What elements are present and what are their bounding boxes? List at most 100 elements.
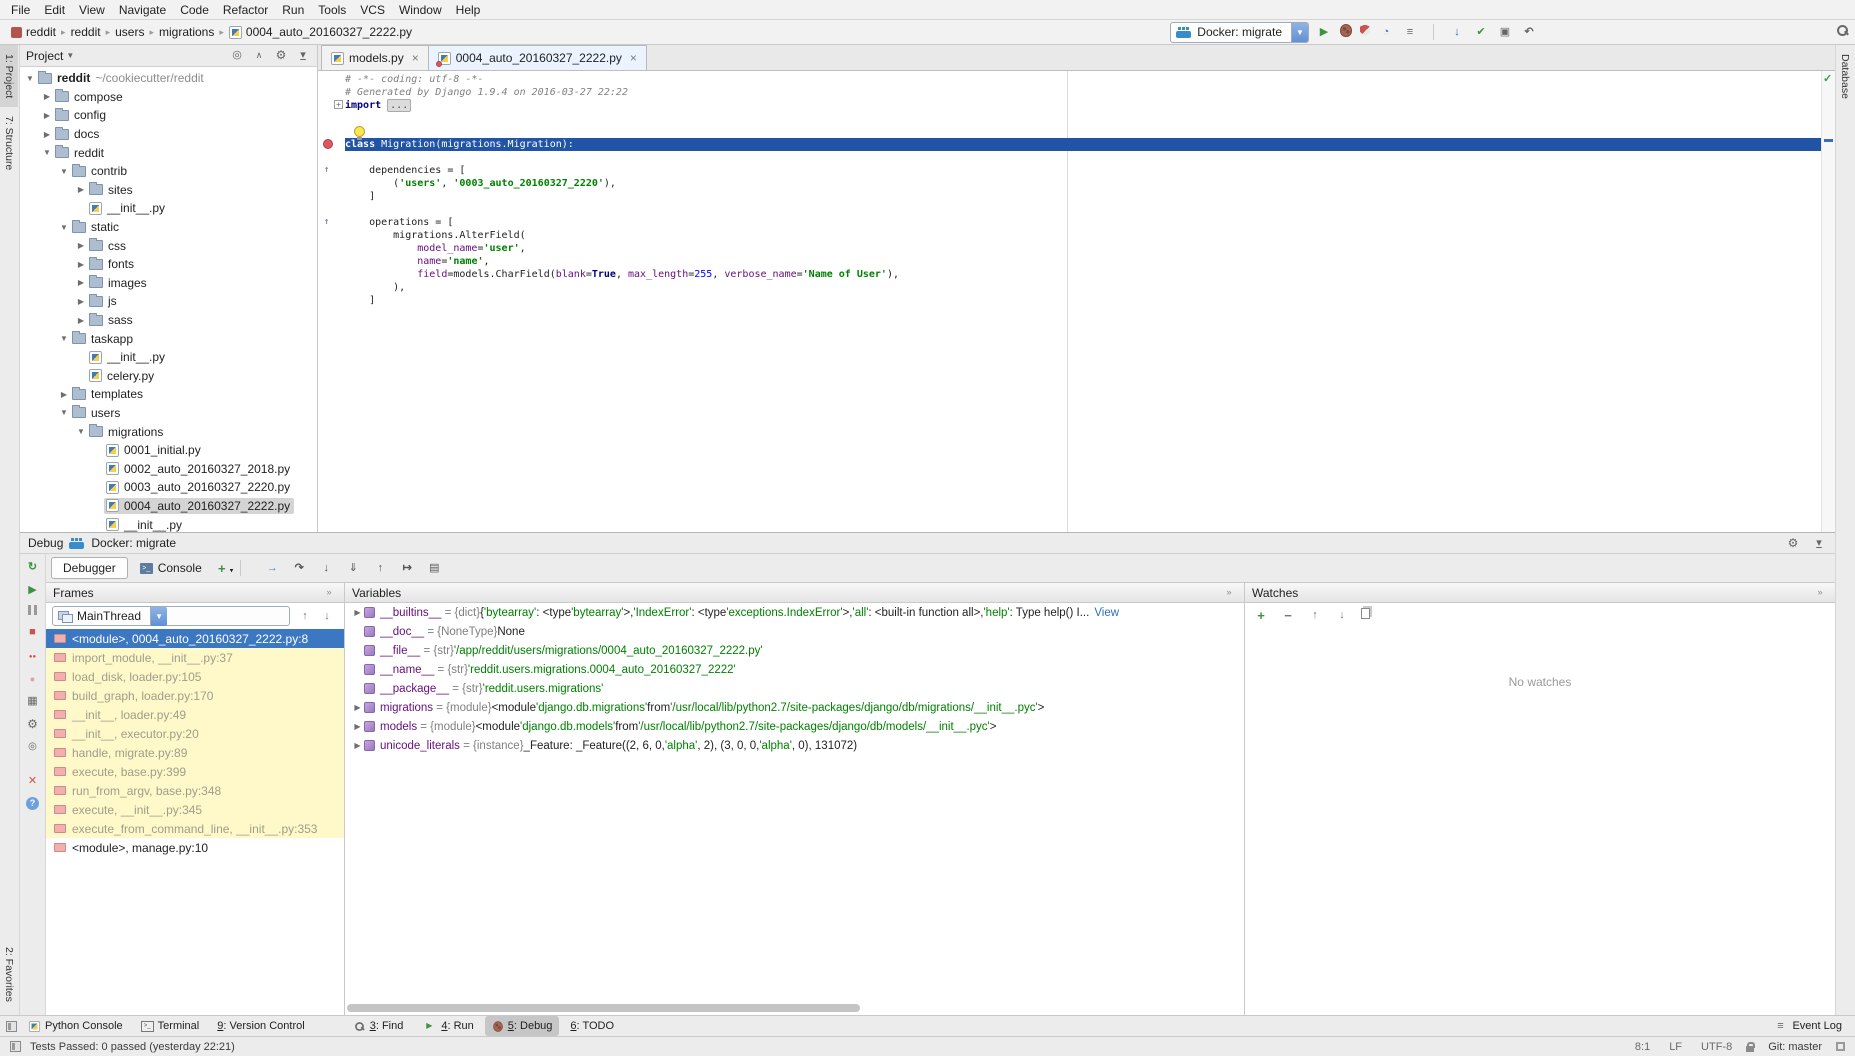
toolwindow-button-9-version-control[interactable]: 9: Version Control [210, 1018, 311, 1035]
toolwindow-button-terminal[interactable]: >_Terminal [134, 1018, 207, 1035]
chevron-collapsed-icon[interactable]: ▶ [351, 722, 364, 731]
toolwindow-button-event-log[interactable]: ≡Event Log [1765, 1016, 1849, 1036]
tree-item-reddit[interactable]: ▼reddit [20, 143, 317, 162]
toolwindow-switcher-icon[interactable] [6, 1021, 17, 1032]
caret-position[interactable]: 8:1 [1630, 1041, 1655, 1053]
toolwindow-button-database[interactable]: Database [1836, 45, 1854, 108]
view-value-link[interactable]: View [1094, 607, 1119, 619]
rerun-button[interactable]: ↻ [25, 559, 41, 576]
breadcrumb-item-0004-auto-20160327-2222-py[interactable]: 0004_auto_20160327_2222.py [226, 24, 415, 40]
tree-item-sass[interactable]: ▶sass [20, 311, 317, 330]
frame-row[interactable]: __init__, loader.py:49 [46, 705, 344, 724]
override-marker-icon[interactable]: ↑ [324, 164, 329, 177]
toolwindow-button-4-run[interactable]: ▶4: Run [414, 1016, 480, 1036]
chevron-expanded-icon[interactable]: ▼ [58, 408, 70, 417]
edit-configurations-button[interactable]: ≡ [1402, 24, 1418, 41]
collapse-all-button[interactable]: ∧ [251, 47, 267, 64]
chevron-collapsed-icon[interactable]: ▶ [75, 185, 87, 194]
tree-item-images[interactable]: ▶images [20, 274, 317, 293]
profiler-button[interactable]: ◔ [1378, 24, 1394, 41]
run-to-cursor-button[interactable]: ↦ [399, 560, 415, 577]
menu-item-code[interactable]: Code [173, 1, 216, 19]
restore-layout-button[interactable]: ▦ [25, 693, 41, 710]
frame-row[interactable]: execute, base.py:399 [46, 762, 344, 781]
toolwindow-button-7-structure[interactable]: 7: Structure [0, 107, 18, 179]
override-marker-icon[interactable]: ↑ [324, 216, 329, 229]
step-over-button[interactable]: ↷ [291, 560, 307, 577]
close-icon[interactable]: × [630, 51, 637, 65]
editor-tab-0004-auto-20160327-2222-py[interactable]: 0004_auto_20160327_2222.py× [428, 45, 647, 70]
code-line[interactable]: ↑ dependencies = [ [318, 164, 1821, 177]
float-panel-icon[interactable]: » [321, 585, 337, 601]
chevron-expanded-icon[interactable]: ▼ [75, 427, 87, 436]
show-execution-point-button[interactable]: → [264, 560, 280, 577]
tree-item-init-py[interactable]: __init__.py [20, 199, 317, 218]
frame-row[interactable]: handle, migrate.py:89 [46, 743, 344, 762]
chevron-collapsed-icon[interactable]: ▶ [75, 260, 87, 269]
readonly-lock-icon[interactable] [1746, 1046, 1754, 1052]
move-down-watch-button[interactable]: ↓ [1334, 607, 1350, 624]
mute-breakpoints-button[interactable]: ● [25, 671, 41, 688]
tree-item-js[interactable]: ▶js [20, 292, 317, 311]
chevron-collapsed-icon[interactable]: ▶ [41, 92, 53, 101]
code-line[interactable]: name='name', [318, 255, 1821, 268]
variable-row[interactable]: __package__ = {str}'reddit.users.migrati… [345, 679, 1244, 698]
toolwindow-toggle-icon[interactable] [10, 1041, 21, 1052]
code-line[interactable]: ('users', '0003_auto_20160327_2220'), [318, 177, 1821, 190]
force-step-into-button[interactable]: ⇓ [345, 560, 361, 577]
variable-row[interactable]: __name__ = {str}'reddit.users.migrations… [345, 660, 1244, 679]
close-icon[interactable]: × [412, 51, 419, 65]
close-button[interactable]: ✕ [25, 773, 41, 790]
frame-row[interactable]: __init__, executor.py:20 [46, 724, 344, 743]
locate-button[interactable]: ◎ [229, 47, 245, 64]
fold-marker-icon[interactable]: + [334, 100, 343, 109]
chevron-collapsed-icon[interactable]: ▶ [351, 608, 364, 617]
search-everywhere-button[interactable] [1836, 24, 1849, 40]
chevron-collapsed-icon[interactable]: ▶ [75, 241, 87, 250]
code-line[interactable] [318, 125, 1821, 138]
tree-item-fonts[interactable]: ▶fonts [20, 255, 317, 274]
tree-item-templates[interactable]: ▶templates [20, 385, 317, 404]
toolwindow-button-5-debug[interactable]: 5: Debug [485, 1016, 560, 1036]
breadcrumb-item-migrations[interactable]: migrations [156, 24, 217, 40]
frame-row[interactable]: execute, __init__.py:345 [46, 800, 344, 819]
settings-button[interactable]: ⚙ [273, 47, 289, 64]
chevron-down-icon[interactable]: ▼ [66, 51, 74, 60]
code-line[interactable]: ↑ operations = [ [318, 216, 1821, 229]
code-line[interactable]: class Migration(migrations.Migration): [318, 138, 1821, 151]
breakpoint-icon[interactable] [323, 139, 333, 149]
chevron-collapsed-icon[interactable]: ▶ [58, 390, 70, 399]
variable-row[interactable]: __file__ = {str}'/app/reddit/users/migra… [345, 641, 1244, 660]
chevron-collapsed-icon[interactable]: ▶ [75, 297, 87, 306]
code-area[interactable]: # -*- coding: utf-8 -*-# Generated by Dj… [318, 71, 1821, 532]
code-line[interactable]: ] [318, 190, 1821, 203]
run-config-select[interactable]: Docker: migrate ▼ [1170, 22, 1309, 43]
frame-row[interactable]: run_from_argv, base.py:348 [46, 781, 344, 800]
tree-item-contrib[interactable]: ▼contrib [20, 162, 317, 181]
horizontal-scrollbar[interactable] [347, 1004, 860, 1012]
pin-button[interactable]: ◎ [25, 738, 41, 755]
settings-button[interactable]: ⚙ [25, 716, 41, 732]
code-line[interactable]: ), [318, 281, 1821, 294]
variable-row[interactable]: ▶models = {module}<module 'django.db.mod… [345, 717, 1244, 736]
frame-row[interactable]: build_graph, loader.py:170 [46, 686, 344, 705]
frame-row[interactable]: execute_from_command_line, __init__.py:3… [46, 819, 344, 838]
breadcrumb-item-reddit[interactable]: reddit [68, 24, 104, 40]
breadcrumb-item-users[interactable]: users [112, 24, 147, 40]
variable-row[interactable]: ▶migrations = {module}<module 'django.db… [345, 698, 1244, 717]
menu-item-vcs[interactable]: VCS [353, 1, 392, 19]
tree-item-compose[interactable]: ▶compose [20, 88, 317, 107]
add-tab-button[interactable]: +▾ [214, 560, 234, 576]
debug-tab-debugger[interactable]: Debugger [51, 557, 128, 579]
hide-button[interactable]: ▾ [295, 47, 311, 64]
thread-select[interactable]: MainThread ▼ [52, 606, 290, 626]
evaluate-expression-button[interactable]: ▤ [426, 560, 442, 577]
tree-item-sites[interactable]: ▶sites [20, 181, 317, 200]
settings-button[interactable]: ⚙ [1785, 535, 1801, 552]
tree-item-migrations[interactable]: ▼migrations [20, 422, 317, 441]
file-encoding[interactable]: UTF-8 [1696, 1041, 1737, 1053]
code-line[interactable]: # -*- coding: utf-8 -*- [318, 73, 1821, 86]
code-line[interactable]: model_name='user', [318, 242, 1821, 255]
variable-row[interactable]: __doc__ = {NoneType}None [345, 622, 1244, 641]
line-separator[interactable]: LF [1664, 1041, 1687, 1053]
